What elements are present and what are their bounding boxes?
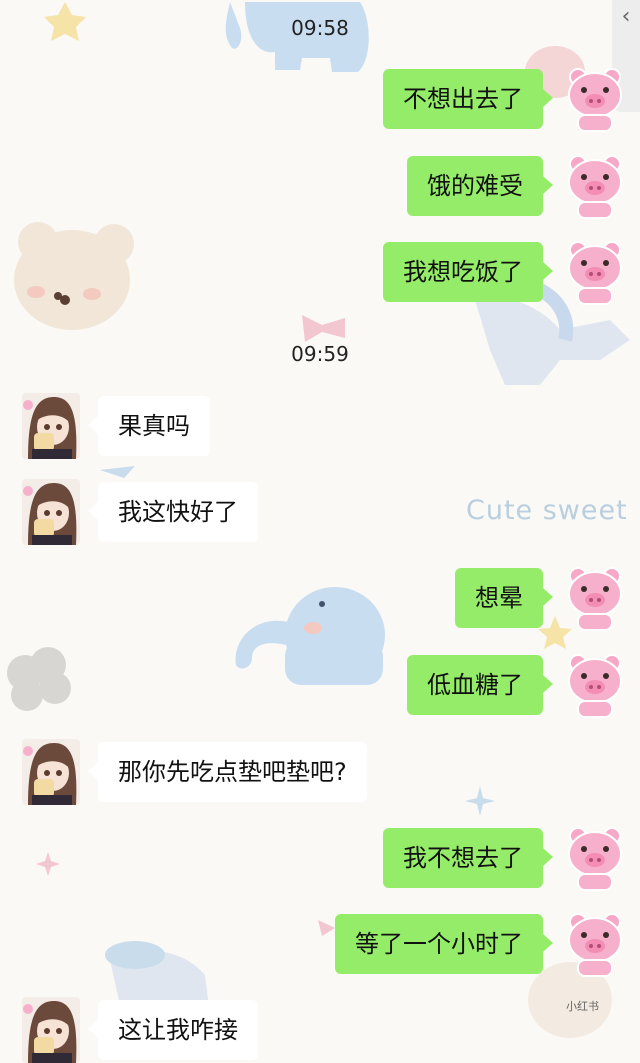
pig-avatar[interactable] xyxy=(564,651,626,719)
message-bubble[interactable]: 等了一个小时了 xyxy=(335,914,553,974)
pig-avatar[interactable] xyxy=(564,564,626,632)
contact-avatar[interactable] xyxy=(22,393,80,459)
pig-avatar[interactable] xyxy=(564,910,626,978)
message-row: 我想吃饭了 xyxy=(0,241,640,305)
message-row: 想晕 xyxy=(0,567,640,631)
message-bubble[interactable]: 我想吃饭了 xyxy=(383,242,553,302)
watermark-credit: 小红书 xyxy=(566,1000,599,1013)
pig-avatar[interactable] xyxy=(564,238,626,306)
unicorn-decoration xyxy=(475,296,630,385)
message-bubble[interactable]: 不想出去了 xyxy=(383,69,553,129)
contact-avatar[interactable] xyxy=(22,997,80,1063)
message-row: 我不想去了 xyxy=(0,827,640,891)
message-row: 这让我咋接 xyxy=(0,997,640,1063)
pig-avatar[interactable] xyxy=(564,65,626,133)
message-row: 饿的难受 xyxy=(0,155,640,219)
pig-avatar[interactable] xyxy=(564,824,626,892)
message-row: 那你先吃点垫吧垫吧? xyxy=(0,739,640,805)
message-bubble[interactable]: 低血糖了 xyxy=(407,655,553,715)
message-bubble[interactable]: 想晕 xyxy=(455,568,553,628)
bow-decoration xyxy=(302,315,345,342)
message-row: 不想出去了 xyxy=(0,68,640,132)
pig-avatar[interactable] xyxy=(564,152,626,220)
timestamp: 09:59 xyxy=(291,342,349,366)
message-row: 果真吗 xyxy=(0,393,640,459)
message-bubble[interactable]: 这让我咋接 xyxy=(88,1000,258,1060)
message-bubble[interactable]: 我这快好了 xyxy=(88,482,258,542)
contact-avatar[interactable] xyxy=(22,739,80,805)
message-bubble[interactable]: 饿的难受 xyxy=(407,156,553,216)
message-row: 低血糖了 xyxy=(0,654,640,718)
message-bubble[interactable]: 我不想去了 xyxy=(383,828,553,888)
message-bubble[interactable]: 那你先吃点垫吧垫吧? xyxy=(88,742,367,802)
contact-avatar[interactable] xyxy=(22,479,80,545)
timestamp: 09:58 xyxy=(291,16,349,40)
message-bubble[interactable]: 果真吗 xyxy=(88,396,210,456)
bird-decoration xyxy=(100,466,135,478)
message-row: 等了一个小时了 xyxy=(0,913,640,977)
message-row: 我这快好了 xyxy=(0,479,640,545)
